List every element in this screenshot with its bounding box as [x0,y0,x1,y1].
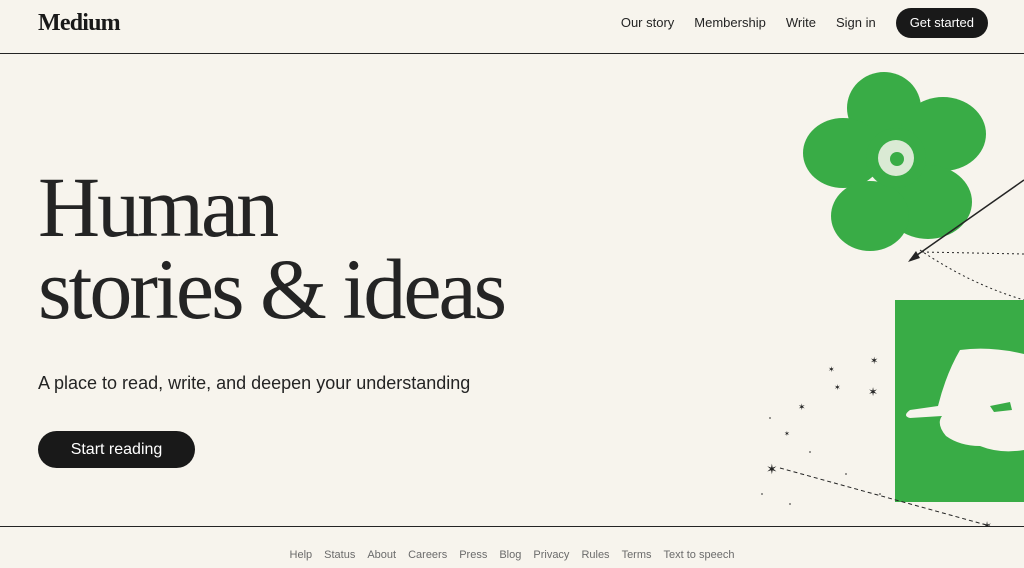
svg-text:✶: ✶ [870,356,878,367]
footer-link-blog[interactable]: Blog [499,545,521,565]
footer-link-rules[interactable]: Rules [581,545,609,565]
svg-text:✶: ✶ [784,430,790,438]
hero-title-line1: Human [38,159,279,255]
footer-link-text-to-speech[interactable]: Text to speech [664,545,735,565]
hero-title-line2: stories & ideas [38,241,507,337]
hero-title: Human stories & ideas [38,159,507,337]
footer-link-status[interactable]: Status [324,545,355,565]
nav-sign-in[interactable]: Sign in [836,8,876,38]
flower-hand-illustration: ✶ ✶ ✶ ✶ ✶ ✶ ✶ ✶ [761,72,1024,526]
footer-link-privacy[interactable]: Privacy [533,545,569,565]
footer-link-careers[interactable]: Careers [408,545,447,565]
top-header: Medium Our story Membership Write Sign i… [0,0,1024,54]
top-nav: Our story Membership Write Sign in Get s… [601,8,988,38]
hero-illustration: ✶ ✶ ✶ ✶ ✶ ✶ ✶ ✶ [750,54,1024,526]
get-started-button[interactable]: Get started [895,8,988,38]
svg-text:✶: ✶ [834,383,841,392]
svg-text:✶: ✶ [868,385,878,399]
svg-text:✶: ✶ [766,462,778,478]
svg-text:✶: ✶ [798,403,806,413]
nav-our-story[interactable]: Our story [621,8,674,38]
footer-link-terms[interactable]: Terms [622,545,652,565]
nav-membership[interactable]: Membership [694,8,766,38]
footer-link-about[interactable]: About [367,545,396,565]
hero-subtitle: A place to read, write, and deepen your … [38,373,471,393]
footer-links: Help Status About Careers Press Blog Pri… [0,545,1024,565]
svg-text:✶: ✶ [828,365,835,374]
footer-link-help[interactable]: Help [290,545,313,565]
medium-logo[interactable]: Medium [38,8,121,38]
nav-write[interactable]: Write [786,8,816,38]
footer-link-press[interactable]: Press [459,545,487,565]
footer-divider [0,526,1024,527]
start-reading-button[interactable]: Start reading [38,431,195,468]
svg-text:✶: ✶ [982,519,992,526]
